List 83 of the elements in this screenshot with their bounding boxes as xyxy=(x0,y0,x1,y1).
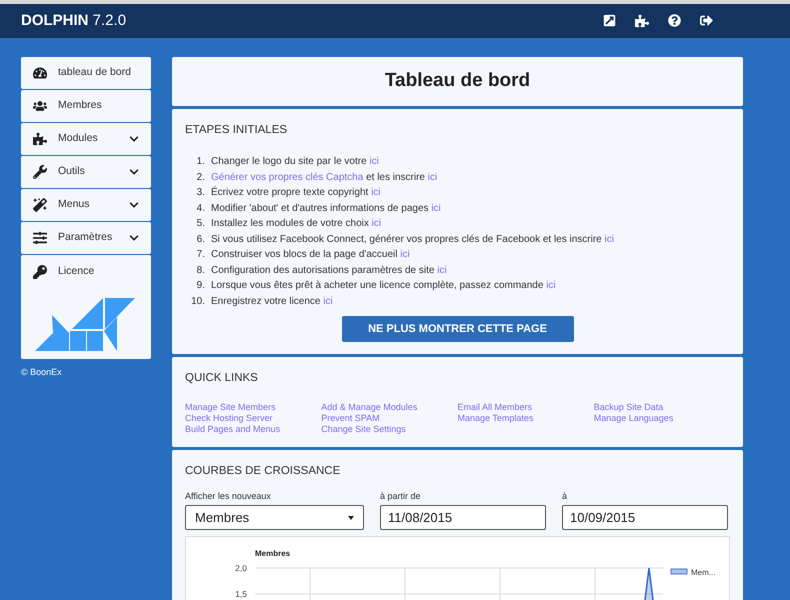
step-link[interactable]: ici xyxy=(428,172,438,183)
sliders-icon xyxy=(33,231,47,245)
magic-wand-icon xyxy=(33,198,47,212)
field-label: Afficher les nouveaux xyxy=(185,490,272,503)
help-icon[interactable] xyxy=(668,14,681,27)
from-date-field[interactable]: 11/08/2015 xyxy=(380,505,546,530)
chevron-down-icon xyxy=(129,200,139,210)
chevron-down-icon xyxy=(129,167,139,177)
to-date-field[interactable]: 10/09/2015 xyxy=(562,505,728,530)
quick-link[interactable]: Add & Manage Modules xyxy=(321,402,418,412)
type-select[interactable]: Membres xyxy=(185,505,364,530)
puzzle-icon xyxy=(33,132,47,146)
step-number: 6. xyxy=(196,232,205,247)
axis-tick-label: 1,5 xyxy=(235,589,247,600)
section-title: QUICK LINKS xyxy=(185,371,259,386)
chevron-down-icon xyxy=(129,134,139,144)
sidebar-item[interactable]: Paramètres xyxy=(21,222,151,254)
page-title: Tableau de bord xyxy=(384,69,530,94)
copyright: © BoonEx xyxy=(21,366,63,379)
step-number: 8. xyxy=(196,264,205,278)
legend-swatch xyxy=(670,568,688,575)
step-link[interactable]: ici xyxy=(400,249,410,260)
app-title: DOLPHIN 7.2.0 xyxy=(21,10,126,31)
step-link[interactable]: ici xyxy=(371,187,381,198)
dropdown-arrow-icon xyxy=(348,516,354,520)
step-text: Si vous utilisez Facebook Connect, générer vos propres clés de Facebook et les inscrire xyxy=(211,234,603,245)
step-number: 3. xyxy=(196,186,205,200)
quick-link[interactable]: Manage Languages xyxy=(594,412,674,424)
step-link[interactable]: Générer vos propres clés Captcha xyxy=(211,172,364,183)
sidebar-item[interactable]: Modules xyxy=(21,123,151,155)
sidebar-item[interactable]: tableau de bord xyxy=(21,57,151,89)
step-number: 9. xyxy=(196,279,205,294)
external-link-icon[interactable] xyxy=(603,14,616,27)
step-link[interactable]: ici xyxy=(437,264,447,276)
users-icon xyxy=(33,99,47,113)
axis-tick-label: 2,0 xyxy=(235,563,247,574)
step-number: 2. xyxy=(196,170,205,185)
step-link[interactable]: ici xyxy=(323,296,333,307)
wrench-icon xyxy=(33,165,47,179)
step-number: 1. xyxy=(196,155,205,170)
quick-link[interactable]: Check Hosting Server xyxy=(185,412,273,424)
step-link[interactable]: ici xyxy=(604,234,614,245)
step-text: Enregistrez votre licence xyxy=(211,296,322,307)
step-text: Configuration des autorisations paramètres de site xyxy=(211,264,436,276)
step-text: Installez les modules de votre choix xyxy=(211,218,370,230)
key-icon xyxy=(33,264,47,278)
section-title: ETAPES INITIALES xyxy=(185,123,288,138)
hide-page-button[interactable]: NE PLUS MONTRER CETTE PAGE xyxy=(342,316,574,342)
legend-label: Mem... xyxy=(691,568,716,578)
chevron-down-icon xyxy=(129,233,139,243)
quick-link[interactable]: Build Pages and Menus xyxy=(185,424,280,434)
step-number: 5. xyxy=(196,217,205,232)
dashboard-icon xyxy=(33,66,47,80)
step-text: Changer le logo du site par le votre xyxy=(211,156,368,168)
quick-link[interactable]: Manage Templates xyxy=(458,412,534,424)
step-link[interactable]: ici xyxy=(546,280,556,292)
quick-link[interactable]: Email All Members xyxy=(458,402,532,412)
sidebar-item[interactable]: Outils xyxy=(21,156,151,188)
step-number: 10. xyxy=(190,294,205,309)
step-number: 4. xyxy=(196,202,205,216)
step-text: Construiser vos blocs de la page d'accueil xyxy=(211,249,398,260)
area-spike-drawing xyxy=(642,568,656,600)
field-label: à partir de xyxy=(380,490,422,503)
section-title: COURBES DE CROISSANCE xyxy=(185,464,342,478)
field-label: à xyxy=(562,490,568,503)
step-link[interactable]: ici xyxy=(369,156,379,168)
chart-title: Membres xyxy=(255,549,290,558)
step-link[interactable]: ici xyxy=(431,202,441,214)
sidebar-item[interactable]: Licence xyxy=(21,255,151,359)
quick-link[interactable]: Prevent SPAM xyxy=(321,412,380,424)
sidebar-item[interactable]: Membres xyxy=(21,90,151,122)
step-text: et les inscrire xyxy=(365,172,426,183)
step-link[interactable]: ici xyxy=(372,218,382,230)
step-number: 7. xyxy=(196,248,205,262)
step-text: Modifier 'about' et d'autres informations de pages xyxy=(211,202,430,214)
puzzle-icon[interactable] xyxy=(635,14,649,28)
step-text: Écrivez votre propre texte copyright xyxy=(211,187,370,198)
quick-link[interactable]: Backup Site Data xyxy=(594,402,664,412)
sidebar-item[interactable]: Menus xyxy=(21,189,151,221)
quick-link[interactable]: Manage Site Members xyxy=(185,402,276,412)
logout-icon[interactable] xyxy=(700,14,713,27)
step-text: Lorsque vous êtes prêt à acheter une licence complète, passez commande xyxy=(211,280,544,292)
quick-link[interactable]: Change Site Settings xyxy=(321,424,406,434)
